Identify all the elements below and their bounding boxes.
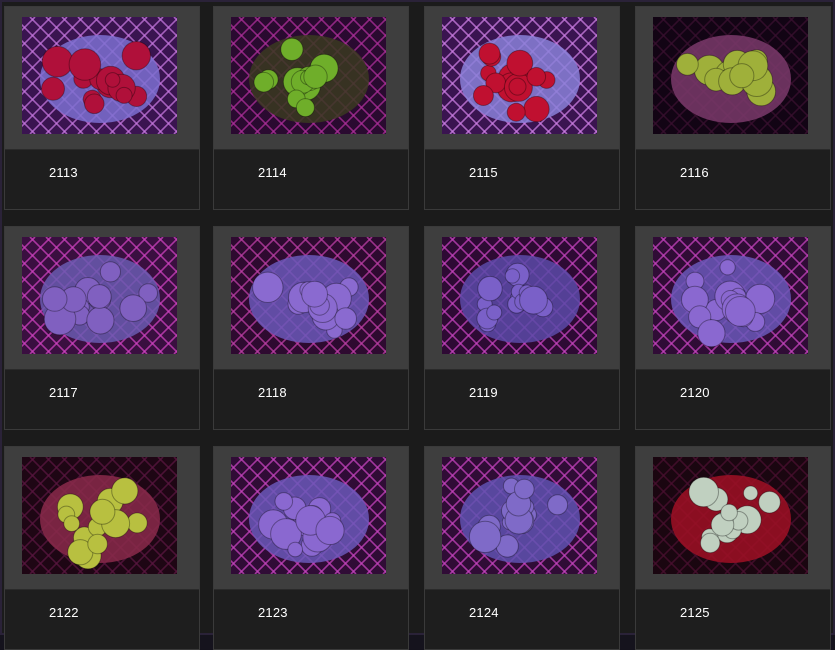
item-number-label: 2115 — [469, 165, 498, 180]
thumbnail-frame — [425, 447, 619, 590]
coral-photo[interactable] — [231, 457, 386, 574]
item-number-label: 2114 — [258, 165, 287, 180]
coral-photo[interactable] — [22, 237, 177, 354]
gallery-card[interactable]: 2124 — [424, 446, 620, 650]
item-number-label: 2117 — [49, 385, 78, 400]
gallery-card[interactable]: 2115 — [424, 6, 620, 210]
thumbnail-frame — [5, 227, 199, 370]
coral-photo[interactable] — [653, 457, 808, 574]
item-number-label: 2118 — [258, 385, 287, 400]
gallery-card[interactable]: 2125 — [635, 446, 831, 650]
coral-photo[interactable] — [442, 457, 597, 574]
gallery-card[interactable]: 2120 — [635, 226, 831, 430]
gallery-card[interactable]: 2113 — [4, 6, 200, 210]
thumbnail-frame — [425, 227, 619, 370]
gallery-card[interactable]: 2117 — [4, 226, 200, 430]
coral-photo[interactable] — [442, 17, 597, 134]
item-number-label: 2125 — [680, 605, 710, 620]
thumbnail-frame — [214, 7, 408, 150]
gallery-card[interactable]: 2114 — [213, 6, 409, 210]
coral-photo[interactable] — [231, 237, 386, 354]
gallery-card[interactable]: 2119 — [424, 226, 620, 430]
item-number-label: 2124 — [469, 605, 499, 620]
coral-photo[interactable] — [22, 17, 177, 134]
item-number-label: 2113 — [49, 165, 78, 180]
coral-photo[interactable] — [442, 237, 597, 354]
coral-photo[interactable] — [231, 17, 386, 134]
item-number-label: 2116 — [680, 165, 709, 180]
gallery-card[interactable]: 2116 — [635, 6, 831, 210]
thumbnail-frame — [425, 7, 619, 150]
gallery-card[interactable]: 2123 — [213, 446, 409, 650]
thumbnail-frame — [636, 227, 830, 370]
thumbnail-frame — [214, 227, 408, 370]
gallery-card[interactable]: 2118 — [213, 226, 409, 430]
thumbnail-frame — [636, 7, 830, 150]
thumbnail-frame — [636, 447, 830, 590]
coral-photo[interactable] — [653, 237, 808, 354]
item-number-label: 2120 — [680, 385, 710, 400]
gallery-card[interactable]: 2122 — [4, 446, 200, 650]
thumbnail-frame — [5, 447, 199, 590]
item-number-label: 2119 — [469, 385, 498, 400]
thumbnail-frame — [214, 447, 408, 590]
item-number-label: 2122 — [49, 605, 79, 620]
coral-photo[interactable] — [653, 17, 808, 134]
item-number-label: 2123 — [258, 605, 288, 620]
coral-photo[interactable] — [22, 457, 177, 574]
thumbnail-frame — [5, 7, 199, 150]
